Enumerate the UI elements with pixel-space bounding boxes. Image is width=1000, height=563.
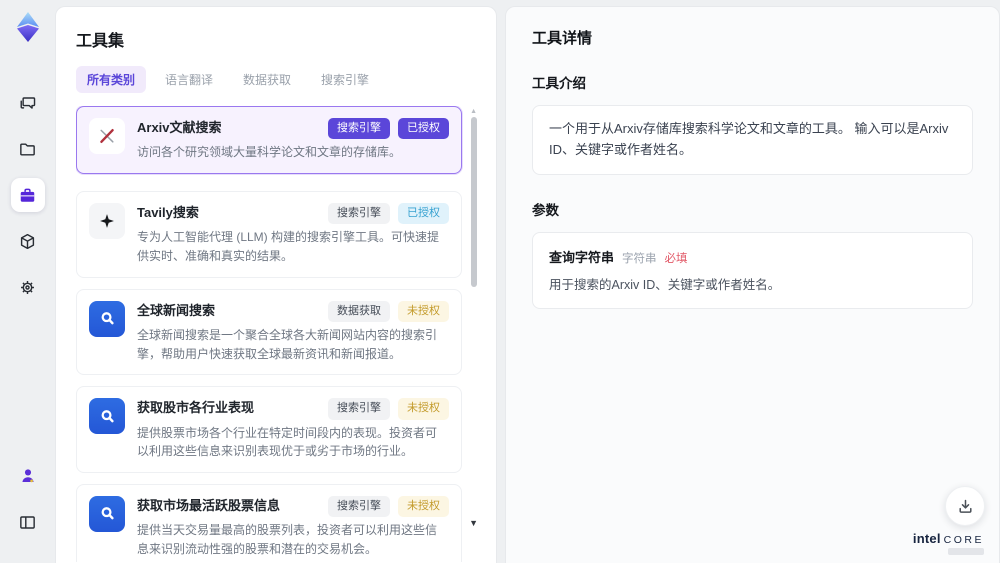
tab-all[interactable]: 所有类别	[76, 66, 147, 93]
sidebar-item-files[interactable]	[11, 132, 45, 166]
scrollbar-down-arrow[interactable]: ▼	[469, 519, 478, 528]
tool-category-badge: 搜索引擎	[328, 495, 390, 518]
tool-auth-badge: 未授权	[398, 495, 449, 518]
tool-card[interactable]: 获取股市各行业表现 搜索引擎 未授权 提供股票市场各个行业在特定时间段内的表现。…	[76, 386, 462, 473]
tool-description: 全球新闻搜索是一个聚合全球各大新闻网站内容的搜索引擎，帮助用户快速获取全球最新资…	[137, 327, 438, 361]
app-logo-icon	[13, 10, 43, 44]
tool-auth-badge: 已授权	[398, 118, 449, 140]
intel-brand-sub: CORE	[943, 534, 984, 546]
sidebar-item-collapse[interactable]	[11, 505, 45, 539]
sidebar-items	[10, 86, 45, 316]
news-search-icon	[89, 300, 125, 337]
tool-category-badge: 数据获取	[328, 300, 390, 322]
sidebar-item-tools[interactable]	[10, 178, 45, 212]
parameter-description: 用于搜索的Arxiv ID、关键字或作者姓名。	[549, 277, 781, 292]
tool-description: 提供当天交易量最高的股票列表，投资者可以利用这些信息来识别流动性强的股票和潜在的…	[137, 523, 438, 556]
tool-category-badge: 搜索引擎	[328, 118, 390, 140]
tool-card[interactable]: 全球新闻搜索 数据获取 未授权 全球新闻搜索是一个聚合全球各大新闻网站内容的搜索…	[76, 288, 462, 376]
app-window: 工具集 所有类别 语言翻译 数据获取 搜索引擎 Arxiv文献搜索 搜索引擎 已授权 …	[0, 0, 1000, 563]
params-heading: 参数	[532, 202, 559, 218]
tab-data[interactable]: 数据获取	[232, 66, 302, 93]
chat-icon	[18, 94, 37, 113]
spark-icon	[89, 202, 125, 239]
tool-intro-box: 一个用于从Arxiv存储库搜索科学论文和文章的工具。 输入可以是Arxiv ID…	[532, 105, 973, 175]
intel-brand-name: intel	[912, 531, 941, 546]
tool-list-panel: 工具集 所有类别 语言翻译 数据获取 搜索引擎 Arxiv文献搜索 搜索引擎 已授权 …	[55, 6, 497, 563]
page-title: 工具集	[76, 33, 125, 50]
tool-category-badge: 搜索引擎	[328, 398, 390, 420]
news-search-icon	[89, 495, 125, 532]
tab-search[interactable]: 搜索引擎	[310, 66, 380, 93]
sidebar-bottom-items	[11, 459, 45, 563]
parameter-required-badge: 必填	[664, 252, 688, 265]
download-button[interactable]	[945, 486, 985, 526]
tab-translation[interactable]: 语言翻译	[154, 66, 224, 93]
sidebar-item-models[interactable]	[11, 224, 45, 258]
sidebar-item-profile[interactable]	[11, 459, 45, 493]
news-search-icon	[89, 398, 125, 435]
sidebar-item-settings[interactable]	[11, 270, 45, 304]
folder-icon	[18, 140, 37, 159]
parameter-type: 字符串	[622, 252, 657, 265]
tool-auth-badge: 已授权	[398, 202, 449, 225]
tool-auth-badge: 未授权	[398, 398, 449, 420]
tool-list: Arxiv文献搜索 搜索引擎 已授权 访问各个研究领域大量科学论文和文章的存储库…	[76, 106, 480, 562]
cube-icon	[18, 232, 37, 251]
scrollbar[interactable]: ▲ ▼	[468, 108, 478, 562]
panel-icon	[18, 513, 37, 532]
intro-heading: 工具介绍	[532, 76, 586, 91]
category-tabs: 所有类别 语言翻译 数据获取 搜索引擎	[76, 66, 480, 93]
detail-title: 工具详情	[532, 30, 593, 47]
tool-description: 访问各个研究领域大量科学论文和文章的存储库。	[137, 145, 402, 160]
tool-name: Arxiv文献搜索	[137, 120, 222, 135]
tool-name: 获取股市各行业表现	[137, 400, 255, 416]
sidebar	[0, 0, 55, 563]
tool-card[interactable]: Tavily搜索 搜索引擎 已授权 专为人工智能代理 (LLM) 构建的搜索引擎…	[76, 190, 462, 278]
scrollbar-thumb[interactable]	[471, 117, 477, 287]
gear-icon	[18, 278, 37, 297]
tool-auth-badge: 未授权	[398, 300, 449, 322]
tool-name: Tavily搜索	[137, 204, 199, 220]
tool-description: 专为人工智能代理 (LLM) 构建的搜索引擎工具。可快速提供实时、准确和真实的结…	[137, 230, 440, 263]
arxiv-x-icon	[89, 118, 125, 154]
intel-core-badge: intel CORE	[913, 531, 984, 555]
tool-card[interactable]: Arxiv文献搜索 搜索引擎 已授权 访问各个研究领域大量科学论文和文章的存储库…	[76, 106, 462, 174]
parameter-card: 查询字符串 字符串 必填 用于搜索的Arxiv ID、关键字或作者姓名。	[532, 231, 973, 310]
tool-description: 提供股票市场各个行业在特定时间段内的表现。投资者可以利用这些信息来识别表现优于或…	[137, 425, 438, 459]
tool-category-badge: 搜索引擎	[328, 202, 390, 225]
parameter-list: 查询字符串 字符串 必填 用于搜索的Arxiv ID、关键字或作者姓名。	[532, 231, 973, 310]
user-icon	[19, 467, 37, 485]
tool-detail-panel: 工具详情 工具介绍 一个用于从Arxiv存储库搜索科学论文和文章的工具。 输入可…	[505, 6, 1000, 563]
scrollbar-up-arrow[interactable]: ▲	[470, 108, 477, 115]
tool-name: 获取市场最活跃股票信息	[137, 497, 281, 513]
intel-ultra-bar	[948, 548, 984, 555]
tool-name: 全球新闻搜索	[137, 302, 216, 318]
sidebar-item-chat[interactable]	[11, 86, 45, 120]
parameter-name: 查询字符串	[549, 249, 615, 265]
tool-card[interactable]: 获取市场最活跃股票信息 搜索引擎 未授权 提供当天交易量最高的股票列表，投资者可…	[76, 483, 462, 562]
download-icon	[957, 498, 974, 515]
briefcase-icon	[18, 186, 37, 205]
